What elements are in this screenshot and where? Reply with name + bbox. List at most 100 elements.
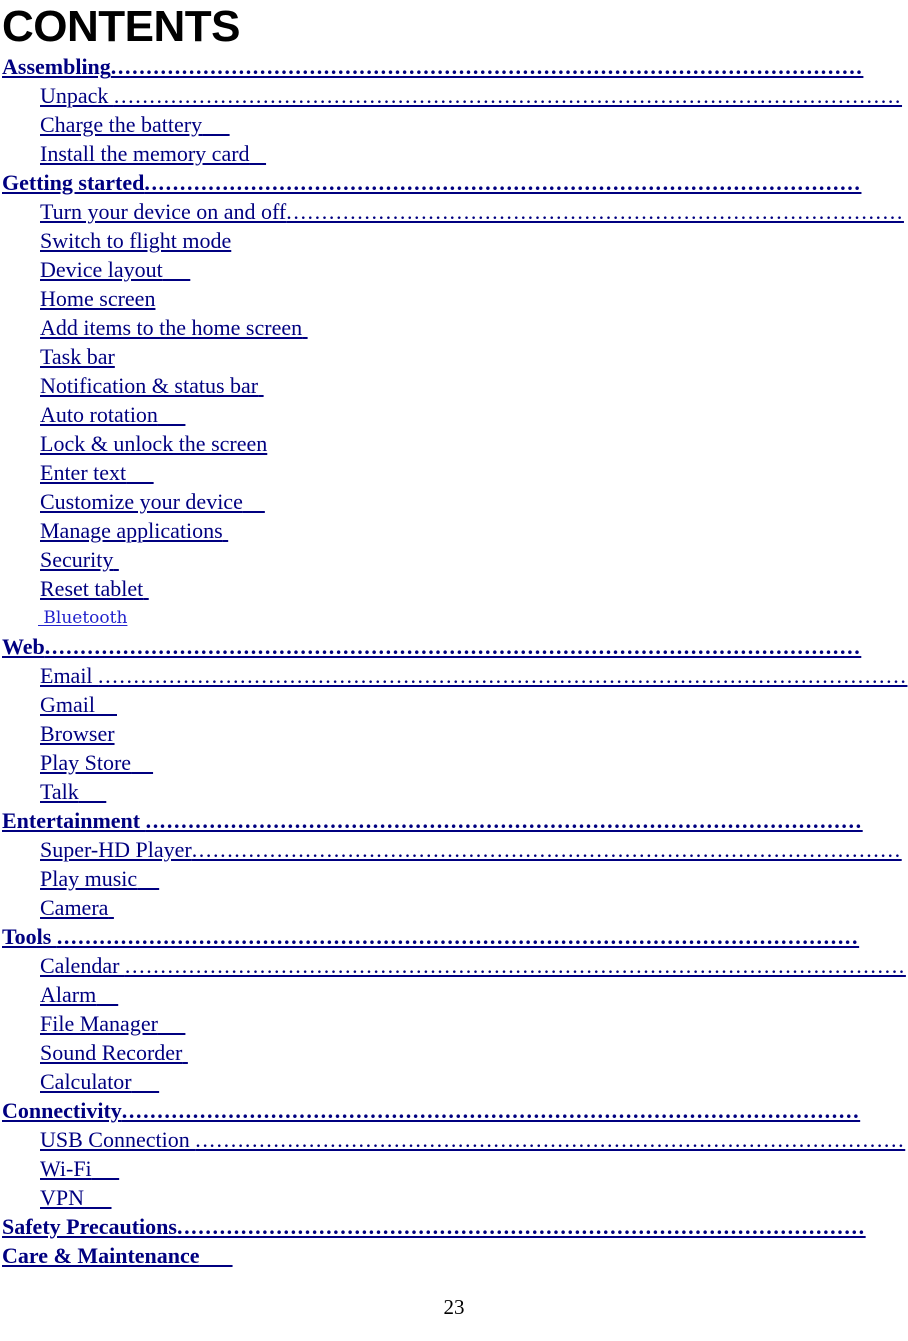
toc-entry-label[interactable]: Add items to the home screen [40, 315, 302, 340]
toc-entry-label[interactable]: Home screen [40, 286, 155, 311]
toc-entry[interactable]: Notification & status bar [0, 371, 908, 400]
toc-entry[interactable]: Sound Recorder [0, 1038, 908, 1067]
toc-entry-trailing-rule [223, 518, 229, 543]
toc-entry[interactable]: Turn your device on and off.............… [0, 197, 908, 226]
toc-entry[interactable]: Device layout [0, 255, 908, 284]
toc-entry[interactable]: Switch to flight mode [0, 226, 908, 255]
toc-entry-trailing-rule [79, 779, 107, 804]
toc-entry-label[interactable]: Web [2, 634, 45, 659]
toc-entry-label[interactable]: Sound Recorder [40, 1040, 182, 1065]
toc-entry-label[interactable]: Auto rotation [40, 402, 158, 427]
toc-entry-label[interactable]: Calculator [40, 1069, 132, 1094]
toc-entry[interactable]: Entertainment ..........................… [0, 806, 908, 835]
toc-entry[interactable]: Camera [0, 893, 908, 922]
toc-entry[interactable]: Install the memory card [0, 139, 908, 168]
toc-entry[interactable]: Charge the battery [0, 110, 908, 139]
toc-entry-label[interactable]: Install the memory card [40, 141, 250, 166]
toc-entry-trailing-rule [250, 141, 267, 166]
toc-entry-label[interactable]: Alarm [40, 982, 96, 1007]
toc-entry[interactable]: USB Connection .........................… [0, 1125, 908, 1154]
toc-entry-label[interactable]: Lock & unlock the screen [40, 431, 267, 456]
toc-entry-label[interactable]: File Manager [40, 1011, 158, 1036]
toc-entry-label[interactable]: Switch to flight mode [40, 228, 231, 253]
toc-entry[interactable]: Play music [0, 864, 908, 893]
toc-entry-label[interactable]: Enter text [40, 460, 126, 485]
toc-entry[interactable]: Email ..................................… [0, 661, 908, 690]
toc-entry-label[interactable]: Security [40, 547, 113, 572]
toc-entry[interactable]: Play Store [0, 748, 908, 777]
toc-entry-trailing-rule [202, 112, 230, 137]
toc-entry[interactable]: File Manager [0, 1009, 908, 1038]
toc-entry-label[interactable]: Customize your device [40, 489, 243, 514]
toc-entry[interactable]: Connectivity............................… [0, 1096, 908, 1125]
toc-entry-trailing-rule [84, 1185, 112, 1210]
toc-entry[interactable]: Home screen [0, 284, 908, 313]
toc-entry-trailing-rule [113, 547, 119, 572]
toc-entry[interactable]: Web.....................................… [0, 632, 908, 661]
toc-entry-label[interactable]: Connectivity [2, 1098, 122, 1123]
toc-entry[interactable]: Safety Precautions......................… [0, 1212, 908, 1241]
toc-entry-label[interactable]: Wi-Fi [40, 1156, 92, 1181]
toc-entry[interactable]: Unpack .................................… [0, 81, 908, 110]
toc-entry[interactable]: Add items to the home screen [0, 313, 908, 342]
toc-entry-trailing-rule [131, 750, 153, 775]
toc-dot-leader: ........................................… [110, 54, 864, 79]
toc-entry[interactable]: Reset tablet [0, 574, 908, 603]
toc-entry-label[interactable]: Email [40, 663, 98, 688]
toc-entry[interactable]: Gmail [0, 690, 908, 719]
toc-entry-trailing-rule [108, 895, 114, 920]
toc-entry[interactable]: Alarm [0, 980, 908, 1009]
toc-entry[interactable]: Super-HD Player.........................… [0, 835, 908, 864]
toc-dot-leader: ........................................… [145, 808, 863, 833]
toc-entry[interactable]: Auto rotation [0, 400, 908, 429]
toc-dot-leader: ........................................… [56, 924, 860, 949]
toc-entry-label[interactable]: Turn your device on and off [40, 199, 286, 224]
toc-dot-leader: ........................................… [124, 953, 906, 978]
toc-entry[interactable]: Care & Maintenance [0, 1241, 908, 1270]
toc-entry-label[interactable]: Tools [2, 924, 57, 949]
toc-entry[interactable]: Lock & unlock the screen [0, 429, 908, 458]
toc-entry-label[interactable]: Super-HD Player [40, 837, 192, 862]
toc-entry[interactable]: Tools ..................................… [0, 922, 908, 951]
toc-entry-label[interactable]: VPN [40, 1185, 84, 1210]
toc-entry-label[interactable]: Task bar [40, 344, 115, 369]
toc-entry-label[interactable]: Entertainment [2, 808, 146, 833]
toc-entry-label[interactable]: Care & Maintenance [2, 1243, 200, 1268]
toc-entry-label[interactable]: Assembling [2, 54, 111, 79]
toc-entry[interactable]: Security [0, 545, 908, 574]
toc-entry-trailing-rule [258, 373, 264, 398]
toc-entry[interactable]: Calendar ...............................… [0, 951, 908, 980]
toc-entry-label[interactable]: Getting started [2, 170, 144, 195]
toc-entry-label[interactable]: Camera [40, 895, 108, 920]
toc-entry[interactable]: Browser [0, 719, 908, 748]
toc-entry[interactable]: Bluetooth [0, 603, 908, 632]
toc-entry-label[interactable]: Play music [40, 866, 137, 891]
toc-entry-label[interactable]: Unpack [40, 83, 114, 108]
toc-entry-label[interactable]: Browser [40, 721, 115, 746]
toc-entry-label[interactable]: Device layout [40, 257, 163, 282]
toc-entry-label[interactable]: Play Store [40, 750, 131, 775]
toc-entry[interactable]: Task bar [0, 342, 908, 371]
toc-entry[interactable]: VPN [0, 1183, 908, 1212]
toc-entry-label[interactable]: Gmail [40, 692, 95, 717]
toc-entry[interactable]: Wi-Fi [0, 1154, 908, 1183]
toc-entry[interactable]: Customize your device [0, 487, 908, 516]
toc-entry-label[interactable]: Bluetooth [38, 608, 127, 628]
toc-entry[interactable]: Manage applications [0, 516, 908, 545]
toc-entry-label[interactable]: USB Connection [40, 1127, 195, 1152]
toc-entry-label[interactable]: Notification & status bar [40, 373, 258, 398]
toc-entry-label[interactable]: Talk [40, 779, 79, 804]
toc-entry-label[interactable]: Calendar [40, 953, 125, 978]
toc-dot-leader: ........................................… [44, 634, 862, 659]
toc-entry[interactable]: Talk [0, 777, 908, 806]
toc-entry-label[interactable]: Manage applications [40, 518, 223, 543]
toc-entry-trailing-rule [126, 460, 154, 485]
toc-entry[interactable]: Enter text [0, 458, 908, 487]
toc-entry-label[interactable]: Safety Precautions [2, 1214, 177, 1239]
toc-entry[interactable]: Getting started.........................… [0, 168, 908, 197]
toc-entry[interactable]: Calculator [0, 1067, 908, 1096]
toc-entry[interactable]: Assembling..............................… [0, 52, 908, 81]
toc-entry-label[interactable]: Reset tablet [40, 576, 143, 601]
table-of-contents: Assembling..............................… [0, 52, 908, 1270]
toc-entry-label[interactable]: Charge the battery [40, 112, 202, 137]
